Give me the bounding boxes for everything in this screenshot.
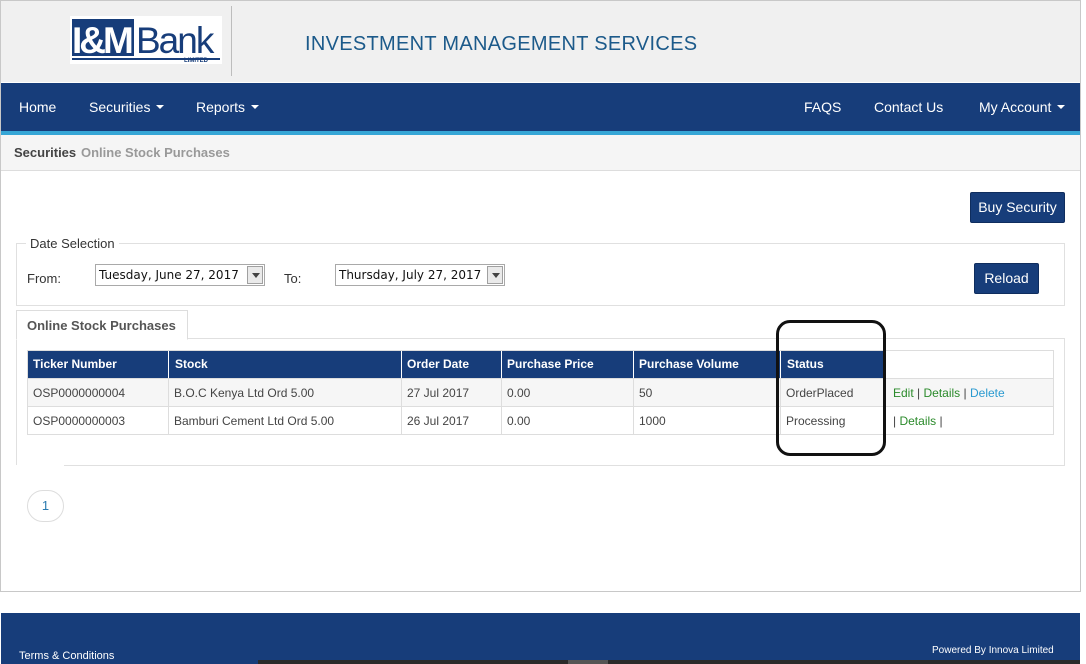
svg-text:LIMITED: LIMITED bbox=[184, 58, 209, 64]
from-date-value: Tuesday, June 27, 2017 bbox=[99, 268, 239, 282]
cell-purchase-price: 0.00 bbox=[507, 386, 531, 400]
cell-stock: B.O.C Kenya Ltd Ord 5.00 bbox=[174, 386, 315, 400]
tab-online-stock-purchases[interactable]: Online Stock Purchases bbox=[16, 310, 188, 340]
main-navbar: Home Securities Reports FAQS Contact Us … bbox=[1, 83, 1080, 131]
col-header-purchase-price[interactable]: Purchase Price bbox=[507, 357, 594, 371]
breadcrumb-section: Securities bbox=[14, 145, 77, 160]
col-header-purchase-volume[interactable]: Purchase Volume bbox=[639, 357, 739, 371]
cell-ticker: OSP0000000003 bbox=[33, 414, 126, 428]
nav-home[interactable]: Home bbox=[19, 99, 56, 115]
footer-strip-accent bbox=[568, 660, 608, 664]
cell-order-date: 26 Jul 2017 bbox=[407, 414, 470, 428]
delete-link[interactable]: Delete bbox=[970, 386, 1005, 400]
bank-logo[interactable]: I&M Bank LIMITED bbox=[70, 16, 222, 64]
caret-down-icon bbox=[156, 105, 165, 110]
cell-purchase-volume: 50 bbox=[639, 386, 653, 400]
table-row: OSP0000000003 Bamburi Cement Ltd Ord 5.0… bbox=[28, 406, 1053, 435]
details-link[interactable]: Details bbox=[924, 386, 961, 400]
pagination-page-1[interactable]: 1 bbox=[27, 490, 64, 522]
to-date-picker[interactable]: Thursday, July 27, 2017 bbox=[335, 264, 505, 286]
nav-faqs[interactable]: FAQS bbox=[804, 99, 841, 115]
grid-header: Ticker Number Stock Order Date Purchase … bbox=[28, 351, 885, 378]
status-highlight-annotation bbox=[776, 320, 886, 456]
nav-my-account-dropdown[interactable]: My Account bbox=[979, 99, 1066, 115]
svg-text:Bank: Bank bbox=[136, 20, 215, 61]
cell-order-date: 27 Jul 2017 bbox=[407, 386, 470, 400]
cell-purchase-volume: 1000 bbox=[639, 414, 666, 428]
cell-purchase-price: 0.00 bbox=[507, 414, 531, 428]
caret-down-icon bbox=[1057, 105, 1066, 110]
footer-strip bbox=[258, 660, 1080, 664]
details-link[interactable]: Details bbox=[899, 414, 936, 428]
breadcrumb-page: Online Stock Purchases bbox=[81, 145, 230, 160]
nav-reports-dropdown[interactable]: Reports bbox=[196, 99, 260, 115]
powered-by-text: Powered By Innova Limited bbox=[932, 645, 1054, 656]
to-date-value: Thursday, July 27, 2017 bbox=[339, 268, 482, 282]
from-date-picker[interactable]: Tuesday, June 27, 2017 bbox=[95, 264, 265, 286]
col-header-stock[interactable]: Stock bbox=[175, 357, 208, 371]
svg-text:I&M: I&M bbox=[72, 20, 132, 61]
cell-actions: Edit | Details | Delete bbox=[893, 386, 1005, 400]
cell-ticker: OSP0000000004 bbox=[33, 386, 126, 400]
table-row: OSP0000000004 B.O.C Kenya Ltd Ord 5.00 2… bbox=[28, 378, 1053, 407]
dropdown-arrow-icon[interactable] bbox=[247, 266, 263, 284]
logo-divider bbox=[231, 6, 232, 76]
dropdown-arrow-icon[interactable] bbox=[487, 266, 503, 284]
to-label: To: bbox=[284, 271, 302, 286]
nav-securities-dropdown[interactable]: Securities bbox=[89, 99, 165, 115]
reload-button[interactable]: Reload bbox=[974, 263, 1039, 294]
cell-actions: | Details | bbox=[893, 414, 943, 428]
panel-notch bbox=[16, 465, 64, 467]
from-label: From: bbox=[27, 271, 61, 286]
buy-security-button[interactable]: Buy Security bbox=[970, 192, 1065, 223]
footer: Terms & Conditions Powered By Innova Lim… bbox=[1, 613, 1080, 664]
site-title: INVESTMENT MANAGEMENT SERVICES bbox=[305, 33, 698, 55]
date-selection-legend: Date Selection bbox=[26, 236, 119, 251]
nav-contact-us[interactable]: Contact Us bbox=[874, 99, 943, 115]
cell-stock: Bamburi Cement Ltd Ord 5.00 bbox=[174, 414, 335, 428]
caret-down-icon bbox=[251, 105, 260, 110]
col-header-order-date[interactable]: Order Date bbox=[407, 357, 469, 371]
purchases-grid: Ticker Number Stock Order Date Purchase … bbox=[27, 350, 1054, 435]
col-header-ticker[interactable]: Ticker Number bbox=[33, 357, 117, 371]
breadcrumb: Securities Online Stock Purchases bbox=[1, 135, 1080, 171]
edit-link[interactable]: Edit bbox=[893, 386, 914, 400]
terms-link[interactable]: Terms & Conditions bbox=[19, 650, 114, 662]
